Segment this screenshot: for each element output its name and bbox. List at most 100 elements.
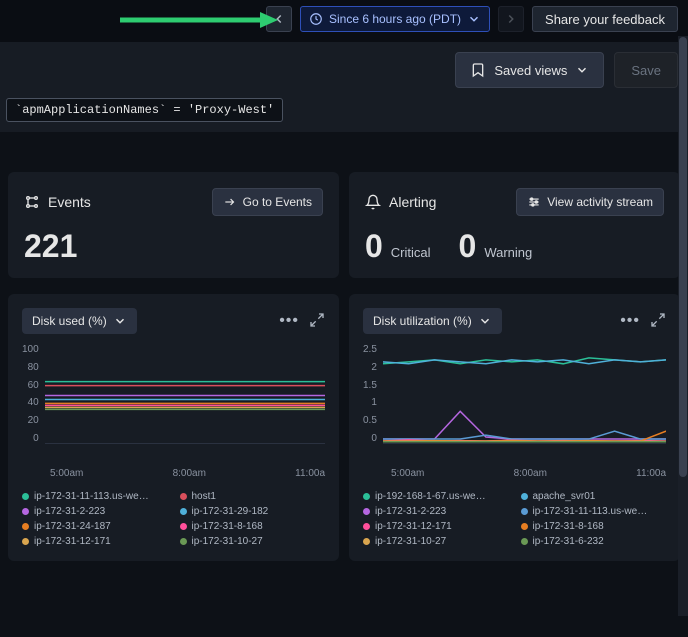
events-card: Events Go to Events 221 xyxy=(8,172,339,278)
y-tick: 0 xyxy=(33,433,39,444)
legend-item[interactable]: ip-172-31-12-171 xyxy=(22,536,168,547)
legend-label: ip-172-31-8-168 xyxy=(192,521,263,532)
alerting-title: Alerting xyxy=(389,194,436,210)
legend-item[interactable]: apache_svr01 xyxy=(521,491,667,502)
legend-dot xyxy=(22,508,29,515)
legend-label: ip-172-31-11-113.us-we… xyxy=(533,506,648,517)
legend-dot xyxy=(363,538,370,545)
expand-icon[interactable] xyxy=(309,312,325,328)
legend-label: apache_svr01 xyxy=(533,491,596,502)
time-range-picker[interactable]: Since 6 hours ago (PDT) xyxy=(300,6,490,32)
bell-icon xyxy=(365,194,381,210)
y-tick: 1.5 xyxy=(363,380,377,391)
chart-title-dropdown[interactable]: Disk used (%) xyxy=(22,308,137,334)
legend-label: ip-172-31-12-171 xyxy=(375,521,452,532)
chart-title: Disk used (%) xyxy=(32,314,107,328)
legend-label: ip-172-31-11-113.us-we… xyxy=(34,491,149,502)
legend-item[interactable]: ip-172-31-24-187 xyxy=(22,521,168,532)
x-tick: 8:00am xyxy=(173,468,206,479)
events-title: Events xyxy=(48,194,91,210)
legend-label: ip-172-31-2-223 xyxy=(375,506,446,517)
y-tick: 0 xyxy=(371,433,377,444)
critical-count: 0 xyxy=(365,230,383,262)
go-to-events-button[interactable]: Go to Events xyxy=(212,188,323,216)
legend-item[interactable]: ip-172-31-6-232 xyxy=(521,536,667,547)
legend-dot xyxy=(180,493,187,500)
events-icon xyxy=(24,194,40,210)
chevron-down-icon xyxy=(467,12,481,26)
y-tick: 2 xyxy=(371,362,377,373)
share-feedback-button[interactable]: Share your feedback xyxy=(532,6,678,32)
x-tick: 11:00a xyxy=(636,468,666,479)
chart-card-1: Disk utilization (%) ••• 2.5 2 1.5 1 0.5 0 5:00a… xyxy=(349,294,680,561)
time-next-button[interactable] xyxy=(498,6,524,32)
legend-dot xyxy=(180,508,187,515)
chart-title-dropdown[interactable]: Disk utilization (%) xyxy=(363,308,502,334)
legend-item[interactable]: host1 xyxy=(180,491,326,502)
legend-item[interactable]: ip-172-31-29-182 xyxy=(180,506,326,517)
chevron-down-icon xyxy=(113,314,127,328)
sliders-icon xyxy=(527,195,541,209)
legend-label: ip-192-168-1-67.us-we… xyxy=(375,491,486,502)
bookmark-icon xyxy=(470,62,486,78)
legend-label: host1 xyxy=(192,491,216,502)
legend-dot xyxy=(521,493,528,500)
expand-icon[interactable] xyxy=(650,312,666,328)
legend-item[interactable]: ip-172-31-8-168 xyxy=(521,521,667,532)
legend-dot xyxy=(180,523,187,530)
alerting-card: Alerting View activity stream 0 Critical… xyxy=(349,172,680,278)
y-tick: 100 xyxy=(22,344,39,355)
warning-label: Warning xyxy=(484,245,532,260)
legend-item[interactable]: ip-172-31-11-113.us-we… xyxy=(521,506,667,517)
chart-plot[interactable] xyxy=(45,344,325,443)
clock-icon xyxy=(309,12,323,26)
legend-item[interactable]: ip-172-31-12-171 xyxy=(363,521,509,532)
legend-dot xyxy=(180,538,187,545)
legend-item[interactable]: ip-172-31-10-27 xyxy=(180,536,326,547)
legend-label: ip-172-31-2-223 xyxy=(34,506,105,517)
chevron-down-icon xyxy=(575,63,589,77)
legend-label: ip-172-31-8-168 xyxy=(533,521,604,532)
legend-label: ip-172-31-10-27 xyxy=(192,536,263,547)
events-count: 221 xyxy=(24,230,323,262)
legend-label: ip-172-31-29-182 xyxy=(192,506,269,517)
y-tick: 20 xyxy=(28,415,39,426)
y-tick: 0.5 xyxy=(363,415,377,426)
legend-dot xyxy=(521,508,528,515)
save-button: Save xyxy=(614,52,678,88)
scrollbar-thumb[interactable] xyxy=(679,37,687,477)
vertical-scrollbar[interactable] xyxy=(678,36,688,616)
critical-label: Critical xyxy=(391,245,431,260)
legend-dot xyxy=(521,523,528,530)
x-tick: 8:00am xyxy=(514,468,547,479)
y-tick: 40 xyxy=(28,397,39,408)
legend-dot xyxy=(22,523,29,530)
chart-plot[interactable] xyxy=(383,344,666,443)
legend-item[interactable]: ip-172-31-11-113.us-we… xyxy=(22,491,168,502)
legend-label: ip-172-31-24-187 xyxy=(34,521,111,532)
legend-label: ip-172-31-12-171 xyxy=(34,536,111,547)
x-tick: 5:00am xyxy=(50,468,83,479)
chart-more-button[interactable]: ••• xyxy=(279,312,299,330)
legend-item[interactable]: ip-172-31-8-168 xyxy=(180,521,326,532)
legend-dot xyxy=(363,508,370,515)
saved-views-button[interactable]: Saved views xyxy=(455,52,604,88)
y-tick: 2.5 xyxy=(363,344,377,355)
time-prev-button[interactable] xyxy=(266,6,292,32)
query-filter-chip[interactable]: `apmApplicationNames` = 'Proxy-West' xyxy=(6,98,283,122)
legend-label: ip-172-31-10-27 xyxy=(375,536,446,547)
x-tick: 5:00am xyxy=(391,468,424,479)
chart-more-button[interactable]: ••• xyxy=(620,312,640,330)
warning-count: 0 xyxy=(459,230,477,262)
legend-item[interactable]: ip-172-31-2-223 xyxy=(22,506,168,517)
x-tick: 11:00a xyxy=(295,468,325,479)
legend-dot xyxy=(363,493,370,500)
view-activity-stream-button[interactable]: View activity stream xyxy=(516,188,664,216)
legend-item[interactable]: ip-172-31-10-27 xyxy=(363,536,509,547)
time-range-label: Since 6 hours ago (PDT) xyxy=(329,12,461,26)
arrow-right-icon xyxy=(223,195,237,209)
legend-item[interactable]: ip-192-168-1-67.us-we… xyxy=(363,491,509,502)
legend-dot xyxy=(363,523,370,530)
legend-item[interactable]: ip-172-31-2-223 xyxy=(363,506,509,517)
y-tick: 1 xyxy=(371,397,377,408)
